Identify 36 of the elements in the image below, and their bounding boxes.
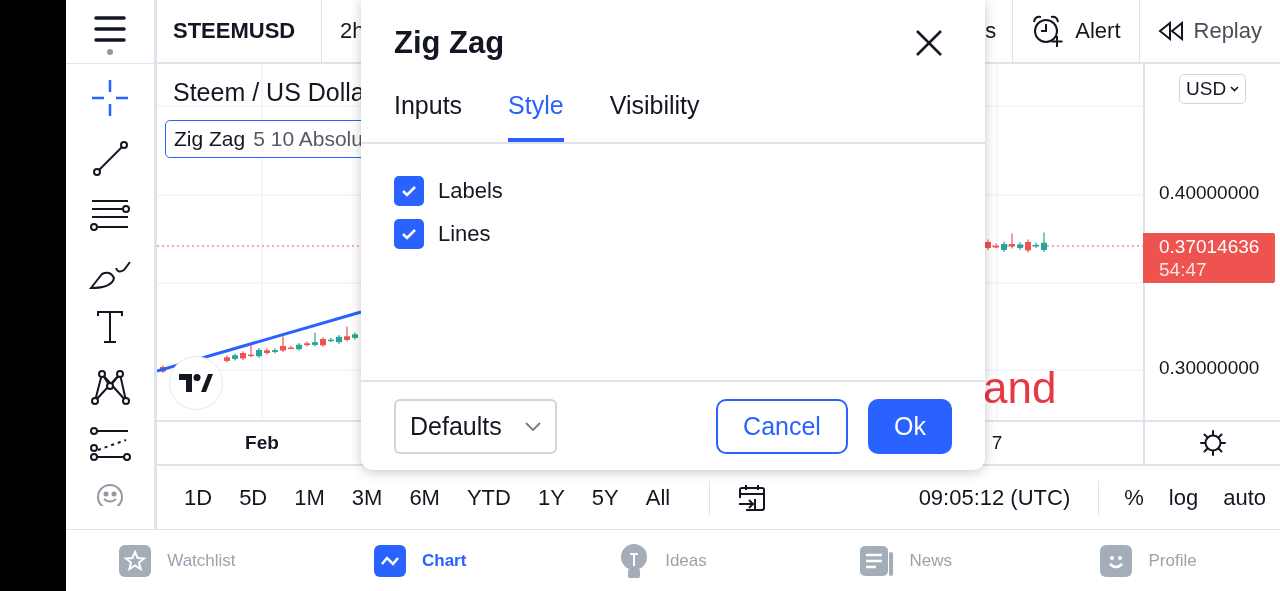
alert-button[interactable]: Alert (1013, 0, 1140, 62)
cancel-button[interactable]: Cancel (716, 398, 848, 454)
range-button[interactable]: 1Y (537, 484, 565, 511)
time-label: 7 (991, 432, 1003, 454)
scale-button[interactable]: % (1124, 484, 1144, 511)
chart-overlay-text: and (983, 366, 1057, 410)
time-label: Feb (245, 432, 279, 454)
range-button[interactable]: 1D (184, 484, 213, 511)
ok-button[interactable]: Ok (868, 398, 952, 454)
range-button[interactable]: All (645, 484, 671, 511)
dialog-tab[interactable]: Visibility (609, 86, 700, 142)
range-button[interactable]: 5D (239, 484, 268, 511)
checkbox-label: Labels (438, 178, 503, 204)
range-button[interactable]: 1M (294, 484, 325, 511)
nav-tab[interactable]: Chart (308, 530, 552, 591)
range-button[interactable]: 3M (351, 484, 383, 511)
scale-button[interactable]: auto (1223, 484, 1266, 511)
symbol-button[interactable]: STEEMUSD (157, 0, 322, 62)
dialog-tab[interactable]: Style (508, 86, 564, 142)
dialog-title: Zig Zag (394, 25, 506, 61)
checkbox-label: Lines (438, 221, 491, 247)
price-label: 0.30000000 (1159, 357, 1260, 379)
currency-button[interactable]: USD (1179, 74, 1247, 104)
range-button[interactable]: 6M (409, 484, 440, 511)
range-button[interactable]: 5Y (591, 484, 619, 511)
dialog-tab[interactable]: Inputs (394, 86, 463, 142)
replay-button[interactable]: Replay (1139, 0, 1280, 62)
scale-button[interactable]: log (1168, 484, 1199, 511)
defaults-dropdown[interactable]: Defaults (394, 398, 557, 454)
range-button[interactable]: YTD (466, 484, 511, 511)
last-price: 0.37014636 (1159, 235, 1261, 258)
countdown: 54:47 (1159, 258, 1208, 281)
indicator-name: Zig Zag (174, 127, 246, 150)
price-label: 0.40000000 (1159, 182, 1260, 204)
clock-time[interactable]: 09:05:12 (UTC) (918, 484, 1071, 511)
indicator-params: 5 10 Absolu (253, 127, 363, 150)
